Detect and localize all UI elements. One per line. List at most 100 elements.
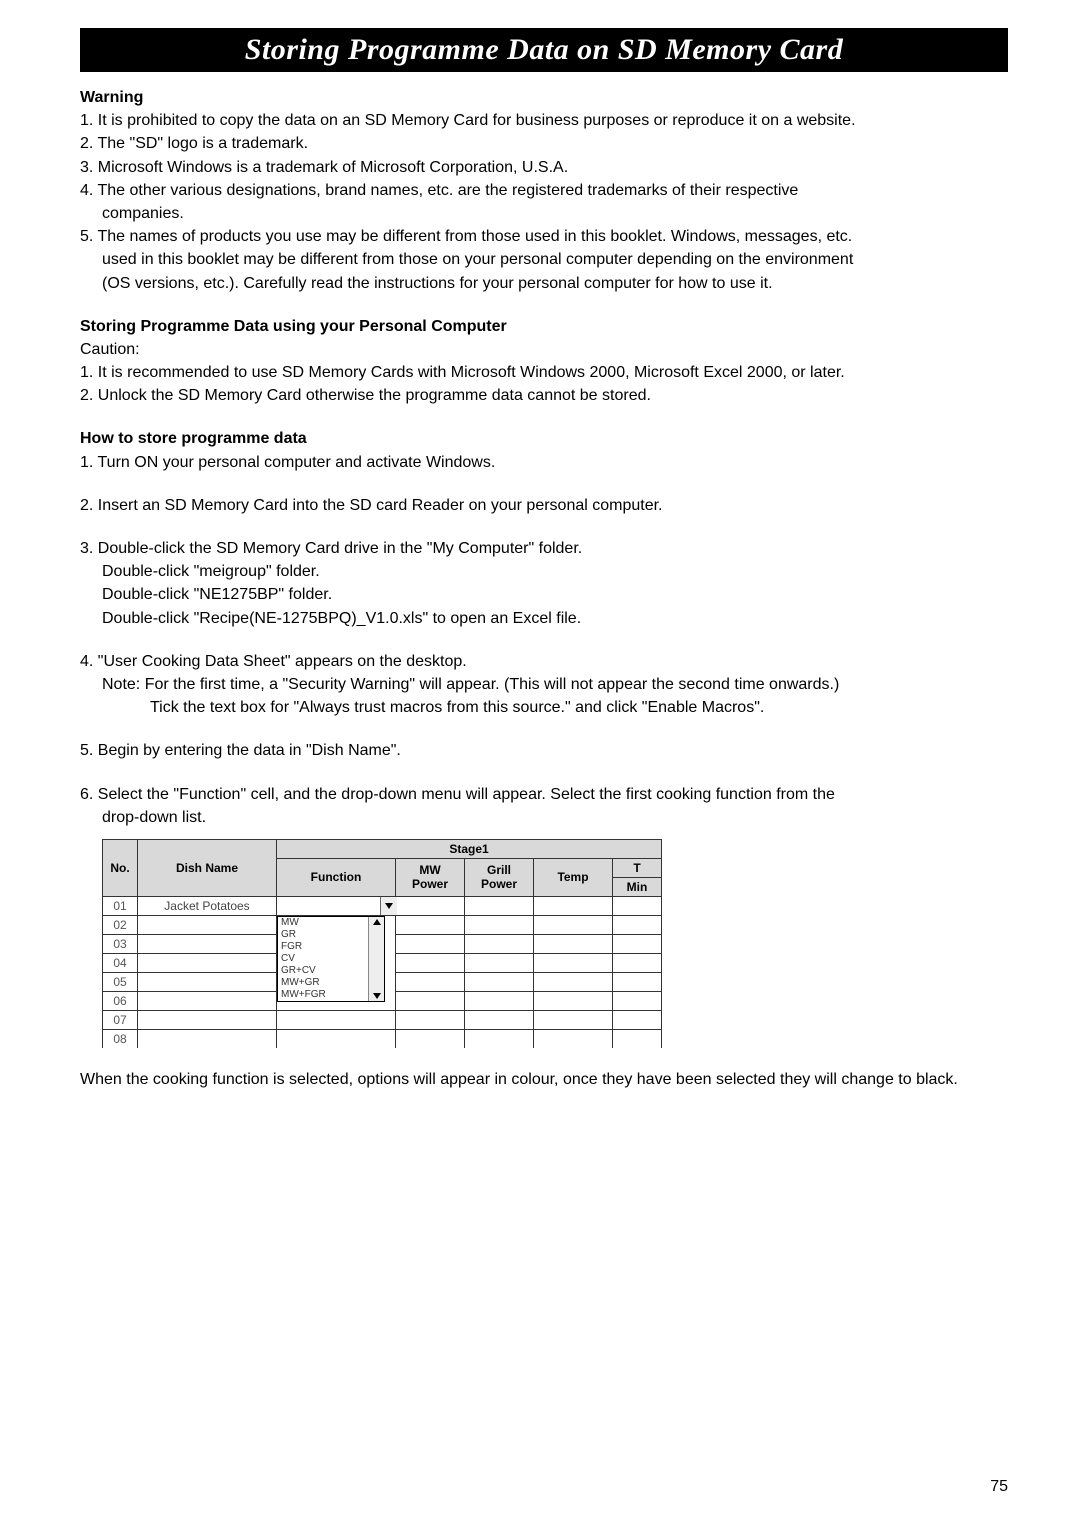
footer-text: When the cooking function is selected, o… bbox=[80, 1068, 1008, 1091]
cell bbox=[534, 1010, 613, 1029]
cell bbox=[534, 1029, 613, 1048]
cell-dish bbox=[138, 953, 277, 972]
cell bbox=[396, 934, 465, 953]
cell bbox=[613, 896, 662, 915]
cell bbox=[613, 915, 662, 934]
cell bbox=[465, 934, 534, 953]
cell bbox=[613, 991, 662, 1010]
th-grill: Grill Power bbox=[465, 858, 534, 896]
howto-step-note: Tick the text box for "Always trust macr… bbox=[80, 696, 1008, 719]
cell-dish: Jacket Potatoes bbox=[138, 896, 277, 915]
cell bbox=[396, 1010, 465, 1029]
dropdown-button[interactable] bbox=[380, 897, 397, 915]
cell bbox=[396, 953, 465, 972]
cell bbox=[396, 1029, 465, 1048]
cell bbox=[534, 953, 613, 972]
cell bbox=[465, 972, 534, 991]
th-time-top: T bbox=[613, 858, 662, 877]
table-row: 02 MW GR FGR CV GR+CV MW+GR MW+FGR bbox=[103, 915, 662, 934]
cell bbox=[534, 896, 613, 915]
howto-step6: 6. Select the "Function" cell, and the d… bbox=[80, 783, 1008, 1048]
howto-step-sub: Double-click "Recipe(NE-1275BPQ)_V1.0.xl… bbox=[80, 607, 1008, 630]
chevron-up-icon bbox=[373, 919, 381, 925]
cell bbox=[465, 915, 534, 934]
cell bbox=[534, 972, 613, 991]
cell-no: 08 bbox=[103, 1029, 138, 1048]
warning-item-sub: companies. bbox=[80, 202, 1008, 225]
page-number: 75 bbox=[990, 1478, 1008, 1496]
howto-step: 6. Select the "Function" cell, and the d… bbox=[80, 783, 1008, 806]
cell bbox=[613, 953, 662, 972]
cell-no: 07 bbox=[103, 1010, 138, 1029]
cell-dish bbox=[138, 972, 277, 991]
howto-step2: 2. Insert an SD Memory Card into the SD … bbox=[80, 494, 1008, 517]
caution-label: Caution: bbox=[80, 338, 1008, 361]
warning-item-sub: (OS versions, etc.). Carefully read the … bbox=[80, 272, 1008, 295]
storing-item: 2. Unlock the SD Memory Card otherwise t… bbox=[80, 384, 1008, 407]
warning-item: 5. The names of products you use may be … bbox=[80, 225, 1008, 248]
cell-no: 03 bbox=[103, 934, 138, 953]
table-row: 07 bbox=[103, 1010, 662, 1029]
howto-step5: 5. Begin by entering the data in "Dish N… bbox=[80, 739, 1008, 762]
howto-step-sub: drop-down list. bbox=[80, 806, 1008, 829]
table-row: 01 Jacket Potatoes bbox=[103, 896, 662, 915]
howto-step: 3. Double-click the SD Memory Card drive… bbox=[80, 537, 1008, 560]
cell bbox=[396, 896, 465, 915]
cell bbox=[613, 1029, 662, 1048]
warning-item: 1. It is prohibited to copy the data on … bbox=[80, 109, 1008, 132]
cell bbox=[465, 953, 534, 972]
function-cell[interactable] bbox=[277, 896, 396, 915]
cell bbox=[613, 934, 662, 953]
th-mw: MW Power bbox=[396, 858, 465, 896]
howto-step-sub: Double-click "meigroup" folder. bbox=[80, 560, 1008, 583]
cell-no: 02 bbox=[103, 915, 138, 934]
storing-item: 1. It is recommended to use SD Memory Ca… bbox=[80, 361, 1008, 384]
warning-item-sub: used in this booklet may be different fr… bbox=[80, 248, 1008, 271]
howto-step: 4. "User Cooking Data Sheet" appears on … bbox=[80, 650, 1008, 673]
cell bbox=[534, 991, 613, 1010]
cell bbox=[465, 1029, 534, 1048]
howto-step4: 4. "User Cooking Data Sheet" appears on … bbox=[80, 650, 1008, 720]
cell bbox=[465, 1010, 534, 1029]
footer-note: When the cooking function is selected, o… bbox=[80, 1068, 1008, 1091]
warning-section: Warning 1. It is prohibited to copy the … bbox=[80, 86, 1008, 295]
howto-step-sub: Double-click "NE1275BP" folder. bbox=[80, 583, 1008, 606]
cell bbox=[613, 1010, 662, 1029]
table-row-cut: 08 bbox=[103, 1029, 662, 1048]
howto-step3: 3. Double-click the SD Memory Card drive… bbox=[80, 537, 1008, 630]
cell-dish bbox=[138, 991, 277, 1010]
chevron-down-icon bbox=[385, 903, 393, 909]
th-stage: Stage1 bbox=[277, 839, 662, 858]
cell bbox=[277, 1010, 396, 1029]
howto-step: 2. Insert an SD Memory Card into the SD … bbox=[80, 494, 1008, 517]
cell-dish bbox=[138, 1010, 277, 1029]
warning-item: 3. Microsoft Windows is a trademark of M… bbox=[80, 156, 1008, 179]
banner-title: Storing Programme Data on SD Memory Card bbox=[245, 33, 843, 67]
cell bbox=[613, 972, 662, 991]
cell-no: 04 bbox=[103, 953, 138, 972]
excel-table: No. Dish Name Stage1 Function MW Power G… bbox=[102, 839, 662, 1048]
howto-step-note: Note: For the first time, a "Security Wa… bbox=[80, 673, 1008, 696]
th-min: Min bbox=[613, 877, 662, 896]
howto-step: 5. Begin by entering the data in "Dish N… bbox=[80, 739, 1008, 762]
cell-no: 01 bbox=[103, 896, 138, 915]
cell bbox=[277, 1029, 396, 1048]
cell bbox=[465, 896, 534, 915]
cell bbox=[534, 934, 613, 953]
cell bbox=[396, 972, 465, 991]
dropdown-list[interactable]: MW GR FGR CV GR+CV MW+GR MW+FGR bbox=[277, 916, 385, 1002]
th-temp: Temp bbox=[534, 858, 613, 896]
howto-title: How to store programme data bbox=[80, 427, 1008, 450]
warning-item: 4. The other various designations, brand… bbox=[80, 179, 1008, 202]
cell-no: 05 bbox=[103, 972, 138, 991]
cell bbox=[465, 991, 534, 1010]
storing-title: Storing Programme Data using your Person… bbox=[80, 315, 1008, 338]
warning-item: 2. The "SD" logo is a trademark. bbox=[80, 132, 1008, 155]
cell bbox=[396, 915, 465, 934]
document-page: Storing Programme Data on SD Memory Card… bbox=[0, 0, 1080, 1526]
excel-screenshot: No. Dish Name Stage1 Function MW Power G… bbox=[102, 839, 1008, 1048]
cell-dish bbox=[138, 1029, 277, 1048]
cell bbox=[396, 991, 465, 1010]
dropdown-scrollbar[interactable] bbox=[368, 917, 384, 1001]
warning-title: Warning bbox=[80, 86, 1008, 109]
